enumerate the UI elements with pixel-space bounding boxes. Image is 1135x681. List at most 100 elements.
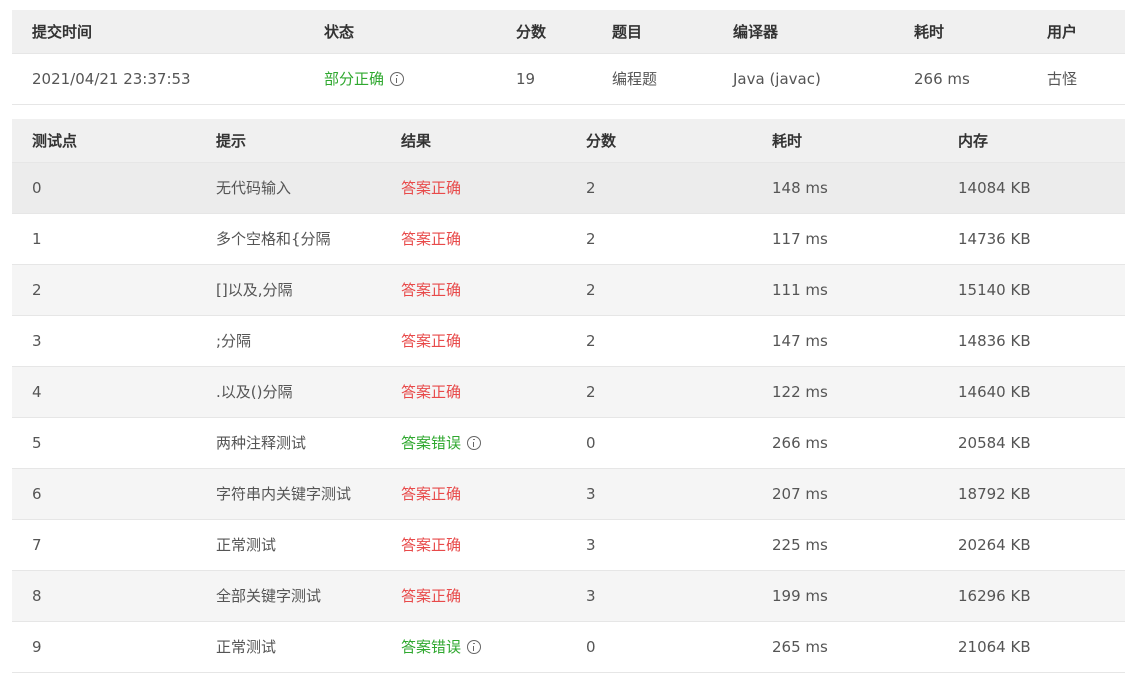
test-time: 207 ms — [752, 468, 938, 520]
test-result: 答案错误 — [401, 434, 462, 452]
test-result: 答案正确 — [401, 383, 462, 401]
submission-status: 部分正确 — [324, 70, 385, 88]
info-circle-icon[interactable] — [467, 639, 482, 654]
test-result: 答案正确 — [401, 332, 462, 350]
test-score: 3 — [566, 468, 752, 520]
test-result-cell: 答案正确 — [381, 213, 566, 265]
test-id: 1 — [12, 213, 196, 265]
test-score: 3 — [566, 519, 752, 571]
test-result-cell: 答案正确 — [381, 570, 566, 622]
header-submit-time: 提交时间 — [12, 10, 304, 54]
test-score: 2 — [566, 162, 752, 214]
test-hint: 无代码输入 — [196, 162, 381, 214]
submission-header-row: 提交时间 状态 分数 题目 编译器 耗时 用户 — [12, 10, 1125, 54]
submission-user: 古怪 — [1027, 53, 1125, 105]
submission-summary-table: 提交时间 状态 分数 题目 编译器 耗时 用户 2021/04/21 23:37… — [12, 10, 1125, 105]
test-hint: 多个空格和{分隔 — [196, 213, 381, 265]
test-time: 122 ms — [752, 366, 938, 418]
header-test-id: 测试点 — [12, 119, 196, 163]
test-memory: 14640 KB — [938, 366, 1125, 418]
test-id: 9 — [12, 621, 196, 673]
header-problem: 题目 — [592, 10, 713, 54]
test-row: 3 ;分隔 答案正确 2 147 ms 14836 KB — [12, 315, 1125, 367]
test-result: 答案错误 — [401, 638, 462, 656]
submission-summary-table-wrapper: 提交时间 状态 分数 题目 编译器 耗时 用户 2021/04/21 23:37… — [12, 10, 1125, 105]
header-hint: 提示 — [196, 119, 381, 163]
test-time: 147 ms — [752, 315, 938, 367]
test-memory: 20264 KB — [938, 519, 1125, 571]
header-user: 用户 — [1027, 10, 1125, 54]
test-result-cell: 答案错误 — [381, 621, 566, 673]
test-result: 答案正确 — [401, 536, 462, 554]
test-id: 4 — [12, 366, 196, 418]
header-status: 状态 — [304, 10, 496, 54]
test-time: 111 ms — [752, 264, 938, 316]
header-memory: 内存 — [938, 119, 1125, 163]
test-memory: 16296 KB — [938, 570, 1125, 622]
submission-compiler: Java (javac) — [713, 53, 894, 105]
test-score: 0 — [566, 417, 752, 469]
test-score: 2 — [566, 264, 752, 316]
test-time: 266 ms — [752, 417, 938, 469]
test-result-cell: 答案正确 — [381, 519, 566, 571]
test-memory: 14836 KB — [938, 315, 1125, 367]
test-memory: 14084 KB — [938, 162, 1125, 214]
test-memory: 21064 KB — [938, 621, 1125, 673]
header-test-score: 分数 — [566, 119, 752, 163]
test-id: 6 — [12, 468, 196, 520]
test-result-cell: 答案正确 — [381, 264, 566, 316]
test-result-cell: 答案正确 — [381, 468, 566, 520]
test-score: 2 — [566, 315, 752, 367]
test-score: 3 — [566, 570, 752, 622]
test-result: 答案正确 — [401, 485, 462, 503]
submission-row: 2021/04/21 23:37:53 部分正确 19 编程题 Java (ja… — [12, 53, 1125, 105]
info-circle-icon[interactable] — [390, 71, 405, 86]
test-score: 2 — [566, 213, 752, 265]
test-time: 199 ms — [752, 570, 938, 622]
submission-problem: 编程题 — [592, 53, 713, 105]
test-id: 3 — [12, 315, 196, 367]
test-hint: 正常测试 — [196, 621, 381, 673]
test-time: 225 ms — [752, 519, 938, 571]
test-row: 1 多个空格和{分隔 答案正确 2 117 ms 14736 KB — [12, 213, 1125, 265]
test-result-cell: 答案正确 — [381, 315, 566, 367]
header-compiler: 编译器 — [713, 10, 894, 54]
test-score: 0 — [566, 621, 752, 673]
test-result-cell: 答案正确 — [381, 162, 566, 214]
test-memory: 18792 KB — [938, 468, 1125, 520]
test-result: 答案正确 — [401, 230, 462, 248]
test-result-cell: 答案正确 — [381, 366, 566, 418]
test-row: 5 两种注释测试 答案错误 0 266 ms 20584 KB — [12, 417, 1125, 469]
test-time: 148 ms — [752, 162, 938, 214]
test-row: 4 .以及()分隔 答案正确 2 122 ms 14640 KB — [12, 366, 1125, 418]
info-circle-icon[interactable] — [467, 435, 482, 450]
test-row: 0 无代码输入 答案正确 2 148 ms 14084 KB — [12, 162, 1125, 214]
test-row: 7 正常测试 答案正确 3 225 ms 20264 KB — [12, 519, 1125, 571]
test-row: 8 全部关键字测试 答案正确 3 199 ms 16296 KB — [12, 570, 1125, 622]
test-cases-table-wrapper: 测试点 提示 结果 分数 耗时 内存 0 无代码输入 答案正确 2 148 ms… — [12, 119, 1125, 673]
test-hint: ;分隔 — [196, 315, 381, 367]
test-id: 7 — [12, 519, 196, 571]
test-memory: 14736 KB — [938, 213, 1125, 265]
header-score: 分数 — [496, 10, 592, 54]
test-score: 2 — [566, 366, 752, 418]
header-result: 结果 — [381, 119, 566, 163]
header-test-time: 耗时 — [752, 119, 938, 163]
test-row: 9 正常测试 答案错误 0 265 ms 21064 KB — [12, 621, 1125, 673]
test-result: 答案正确 — [401, 179, 462, 197]
test-hint: 全部关键字测试 — [196, 570, 381, 622]
test-id: 5 — [12, 417, 196, 469]
test-hint: .以及()分隔 — [196, 366, 381, 418]
tests-header-row: 测试点 提示 结果 分数 耗时 内存 — [12, 119, 1125, 163]
test-row: 6 字符串内关键字测试 答案正确 3 207 ms 18792 KB — [12, 468, 1125, 520]
submission-status-cell: 部分正确 — [304, 53, 496, 105]
submission-score: 19 — [496, 53, 592, 105]
header-duration: 耗时 — [894, 10, 1027, 54]
test-id: 2 — [12, 264, 196, 316]
test-memory: 15140 KB — [938, 264, 1125, 316]
test-hint: 两种注释测试 — [196, 417, 381, 469]
test-cases-table: 测试点 提示 结果 分数 耗时 内存 0 无代码输入 答案正确 2 148 ms… — [12, 119, 1125, 673]
submission-duration: 266 ms — [894, 53, 1027, 105]
test-result: 答案正确 — [401, 281, 462, 299]
test-memory: 20584 KB — [938, 417, 1125, 469]
